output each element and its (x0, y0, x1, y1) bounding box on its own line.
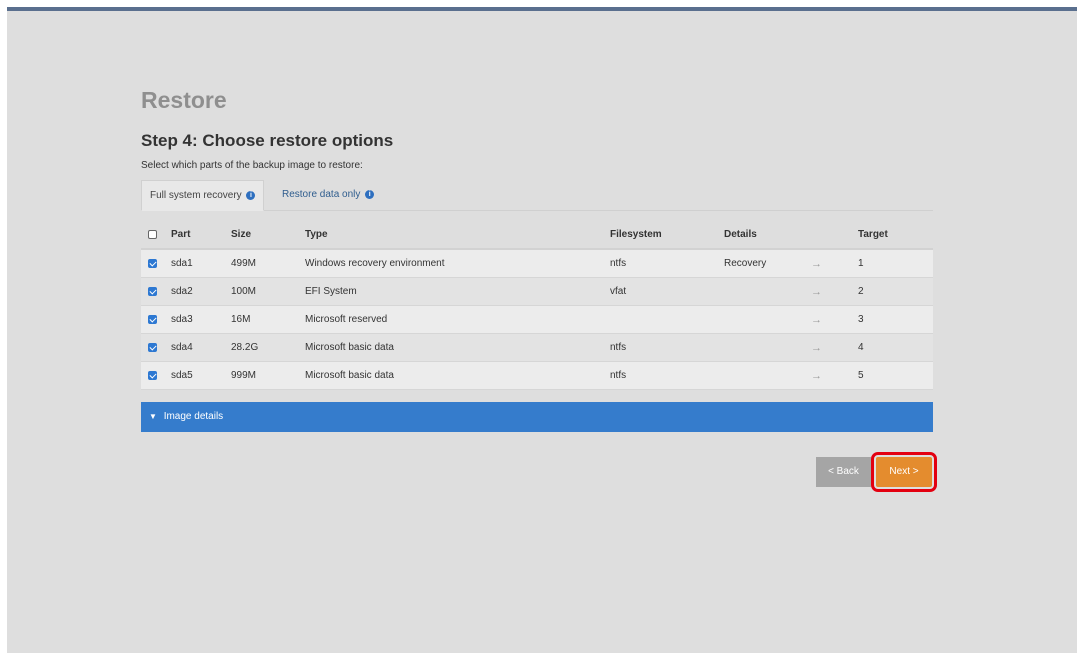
restore-mode-tabs: Full system recovery i Restore data only… (141, 180, 933, 211)
details-cell (724, 361, 811, 390)
details-cell (724, 305, 811, 334)
table-row[interactable]: sda5 999M Microsoft basic data ntfs → 5 (141, 361, 933, 390)
filesystem-cell: ntfs (610, 333, 724, 362)
table-row[interactable]: sda3 16M Microsoft reserved → 3 (141, 305, 933, 334)
partitions-table: Part Size Type Filesystem Details Target… (141, 221, 933, 390)
arrow-right-icon: → (811, 305, 858, 334)
column-header-part: Part (171, 221, 231, 250)
size-cell: 999M (231, 361, 305, 390)
size-cell: 16M (231, 305, 305, 334)
table-row[interactable]: sda1 499M Windows recovery environment n… (141, 249, 933, 278)
column-header-size: Size (231, 221, 305, 250)
arrow-right-icon: → (811, 277, 858, 306)
filesystem-cell (610, 305, 724, 334)
image-details-label: Image details (163, 411, 224, 422)
back-button[interactable]: < Back (816, 457, 871, 487)
page-title: Restore (141, 87, 227, 113)
column-header-details: Details (724, 221, 811, 250)
type-cell: Microsoft basic data (305, 361, 610, 390)
part-cell: sda4 (171, 333, 231, 362)
target-cell[interactable]: 2 (858, 277, 933, 306)
tab-label: Full system recovery (150, 190, 242, 201)
arrow-right-icon: → (811, 333, 858, 362)
step-title: Step 4: Choose restore options (141, 131, 394, 150)
size-cell: 100M (231, 277, 305, 306)
tab-full-system-recovery[interactable]: Full system recovery i (141, 180, 265, 211)
part-cell: sda5 (171, 361, 231, 390)
type-cell: EFI System (305, 277, 610, 306)
info-icon[interactable]: i (365, 189, 375, 199)
part-cell: sda1 (171, 249, 231, 278)
row-checkbox[interactable] (148, 314, 157, 324)
filesystem-cell: ntfs (610, 249, 724, 278)
details-cell (724, 333, 811, 362)
part-cell: sda2 (171, 277, 231, 306)
target-cell[interactable]: 3 (858, 305, 933, 334)
tab-label: Restore data only (282, 189, 361, 200)
row-checkbox[interactable] (148, 370, 157, 380)
filesystem-cell: ntfs (610, 361, 724, 390)
table-row[interactable]: sda2 100M EFI System vfat → 2 (141, 277, 933, 306)
column-header-target: Target (858, 221, 933, 250)
column-header-type: Type (305, 221, 610, 250)
select-all-checkbox[interactable] (148, 229, 157, 239)
row-checkbox[interactable] (148, 342, 157, 352)
type-cell: Microsoft reserved (305, 305, 610, 334)
part-cell: sda3 (171, 305, 231, 334)
info-icon[interactable]: i (246, 190, 256, 200)
row-checkbox[interactable] (148, 286, 157, 296)
filesystem-cell: vfat (610, 277, 724, 306)
arrow-right-icon: → (811, 249, 858, 278)
size-cell: 28.2G (231, 333, 305, 362)
type-cell: Windows recovery environment (305, 249, 610, 278)
instructions-text: Select which parts of the backup image t… (141, 160, 363, 171)
column-header-filesystem: Filesystem (610, 221, 724, 250)
top-bar (7, 7, 1077, 11)
details-cell (724, 277, 811, 306)
arrow-right-icon: → (811, 361, 858, 390)
target-cell[interactable]: 5 (858, 361, 933, 390)
type-cell: Microsoft basic data (305, 333, 610, 362)
table-row[interactable]: sda4 28.2G Microsoft basic data ntfs → 4 (141, 333, 933, 362)
image-details-toggle[interactable]: ▼ Image details (141, 402, 933, 432)
target-cell[interactable]: 1 (858, 249, 933, 278)
table-header-row: Part Size Type Filesystem Details Target (141, 221, 933, 250)
column-header-arrow (811, 221, 858, 250)
details-cell: Recovery (724, 249, 811, 278)
target-cell[interactable]: 4 (858, 333, 933, 362)
chevron-down-icon: ▼ (149, 412, 157, 421)
next-button[interactable]: Next > (871, 452, 937, 492)
size-cell: 499M (231, 249, 305, 278)
row-checkbox[interactable] (148, 258, 157, 268)
tab-restore-data-only[interactable]: Restore data only i (274, 180, 382, 210)
